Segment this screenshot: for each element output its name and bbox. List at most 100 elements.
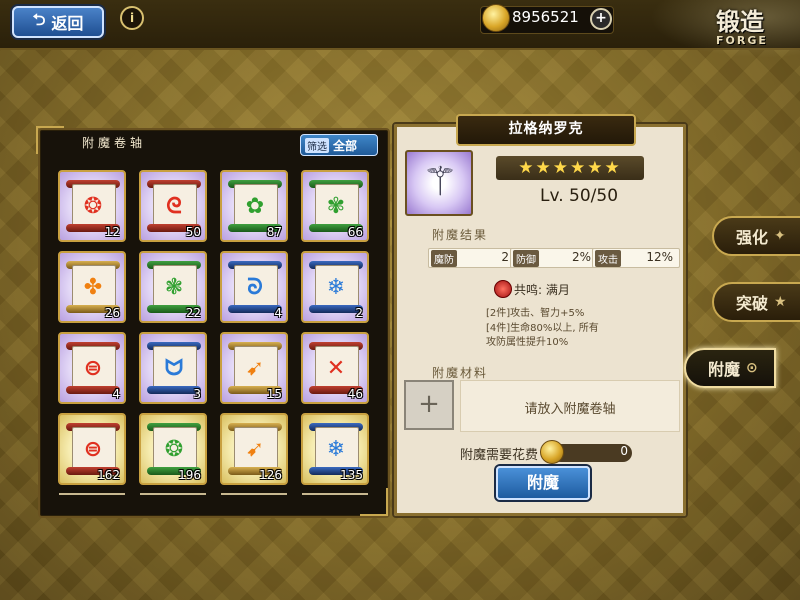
set-effect-line: 攻防属性提升10% xyxy=(486,337,569,348)
stat-value: 12% xyxy=(646,250,673,264)
rune-icon: ✾ xyxy=(326,194,346,219)
scroll-count: 162 xyxy=(97,468,120,482)
scroll-count: 15 xyxy=(266,387,282,401)
result-section-title: 附魔结果 xyxy=(432,228,489,242)
cost-label: 附魔需要花费 xyxy=(460,448,539,463)
rune-icon: ✿ xyxy=(245,194,265,219)
enchant-scroll-item[interactable]: ✕ 46 xyxy=(301,332,369,404)
enchant-scroll-item[interactable]: ✤ 26 xyxy=(58,251,126,323)
scroll-count: 135 xyxy=(340,468,363,482)
resonance-label: 共鸣: 满月 xyxy=(514,283,570,297)
back-label: 返回 xyxy=(51,14,84,33)
scroll-count: 3 xyxy=(193,387,201,401)
material-hint: 请放入附魔卷轴 xyxy=(524,402,616,417)
enchant-scroll-item[interactable]: ❄ 2 xyxy=(301,251,369,323)
enchant-scroll-item[interactable]: ᗢ3 xyxy=(139,332,207,404)
enchant-scroll-item[interactable]: ❂ 196 xyxy=(139,413,207,485)
scroll-divider xyxy=(302,493,368,495)
scroll-count: 22 xyxy=(185,306,201,320)
rune-icon: ᗢ xyxy=(164,356,184,381)
resonance-icon xyxy=(494,280,512,298)
rune-icon: ❄ xyxy=(326,437,346,462)
stat-attack: 攻击 12% xyxy=(592,248,680,268)
enchant-scroll-item[interactable]: ❄ 135 xyxy=(301,413,369,485)
rune-icon: ✕ xyxy=(326,356,346,381)
scroll-count: 26 xyxy=(104,306,120,320)
enchant-scroll-item[interactable]: ✿ 87 xyxy=(220,170,288,242)
enchant-scroll-item[interactable]: ➹ 15 xyxy=(220,332,288,404)
rune-icon: ❃ xyxy=(164,275,184,300)
scroll-count: 4 xyxy=(274,306,282,320)
rune-icon: ⊜ xyxy=(83,437,103,462)
tab-enhance[interactable]: 强化 ✦ xyxy=(712,216,800,256)
star-rating: ★★★★★★ xyxy=(496,156,644,180)
scroll-divider xyxy=(59,493,125,495)
result-section-header: 附魔结果 xyxy=(402,224,678,242)
panel-corner-ornament xyxy=(36,126,64,154)
scroll-count: 46 xyxy=(347,387,363,401)
enchant-scroll-item[interactable]: ⊜ 162 xyxy=(58,413,126,485)
enchant-tab-icon: ⊙ xyxy=(746,360,758,376)
filter-button[interactable]: 筛选 全部 xyxy=(300,134,378,156)
stat-label: 魔防 xyxy=(431,250,457,267)
info-button[interactable]: i xyxy=(120,6,144,30)
ragnarok-weapon-icon[interactable]: ⚚ xyxy=(414,154,466,210)
gold-coin-icon xyxy=(482,4,510,32)
scroll-count: 50 xyxy=(185,225,201,239)
material-section-header: 附魔材料 xyxy=(402,362,678,380)
star-icon: ★ xyxy=(774,294,787,310)
scroll-divider xyxy=(140,493,206,495)
rune-icon: ❄ xyxy=(326,275,346,300)
enhance-icon: ✦ xyxy=(774,228,786,244)
tab-label: 强化 xyxy=(736,228,769,247)
enchant-scroll-item[interactable]: ✾ 66 xyxy=(301,170,369,242)
enchant-scroll-item[interactable]: ᘐ4 xyxy=(220,251,288,323)
gold-coin-icon xyxy=(540,440,564,464)
scroll-count: 66 xyxy=(347,225,363,239)
forge-title: 锻造 xyxy=(716,8,764,36)
enchant-scroll-item[interactable]: ❂ 12 xyxy=(58,170,126,242)
enchant-scroll-item[interactable]: ❃ 22 xyxy=(139,251,207,323)
stat-label: 攻击 xyxy=(595,250,621,267)
stat-value: 2 xyxy=(501,250,509,264)
rune-icon: ➹ xyxy=(245,356,265,381)
stat-label: 防御 xyxy=(513,250,539,267)
rune-icon: ➹ xyxy=(245,437,265,462)
filter-tag: 筛选 xyxy=(305,137,329,153)
scroll-count: 126 xyxy=(259,468,282,482)
back-arrow-icon: ⮌ xyxy=(32,9,46,29)
enchant-button[interactable]: 附魔 xyxy=(496,466,590,500)
weapon-name: 拉格纳罗克 xyxy=(456,114,636,146)
rune-icon: ⊜ xyxy=(83,356,103,381)
forge-subtitle: FORGE xyxy=(716,34,768,47)
set-effect-line: [4件]生命80%以上, 所有 xyxy=(486,323,599,334)
stat-defense: 防御 2% xyxy=(510,248,598,268)
scroll-count: 196 xyxy=(178,468,201,482)
add-gold-button[interactable]: + xyxy=(590,8,612,30)
back-button[interactable]: ⮌ 返回 xyxy=(12,6,104,38)
enchant-scroll-item[interactable]: ➹ 126 xyxy=(220,413,288,485)
rune-icon: ✤ xyxy=(83,275,103,300)
scroll-panel-title: 附魔卷轴 xyxy=(82,136,147,150)
cost-value: 0 xyxy=(620,444,628,458)
tab-label: 附魔 xyxy=(708,360,741,379)
tab-enchant[interactable]: 附魔 ⊙ xyxy=(684,348,776,388)
stat-value: 2% xyxy=(571,250,591,264)
material-slot[interactable]: + xyxy=(404,380,454,430)
scroll-count: 4 xyxy=(112,387,120,401)
stat-magic-defense: 魔防 2 xyxy=(428,248,516,268)
rune-icon: ❂ xyxy=(83,194,103,219)
enchant-scroll-item[interactable]: ⊜ 4 xyxy=(58,332,126,404)
rune-icon: ❂ xyxy=(164,437,184,462)
enchant-scroll-item[interactable]: ᘓ 50 xyxy=(139,170,207,242)
filter-label: 全部 xyxy=(333,138,358,153)
rune-icon: ᘓ xyxy=(166,194,182,219)
scroll-count: 87 xyxy=(266,225,282,239)
tab-label: 突破 xyxy=(736,294,769,313)
set-effect-line: [2件]攻击、智力+5% xyxy=(486,308,585,319)
tab-breakthrough[interactable]: 突破 ★ xyxy=(712,282,800,322)
scroll-divider xyxy=(221,493,287,495)
weapon-level: Lv. 50/50 xyxy=(540,186,619,206)
scroll-count: 2 xyxy=(355,306,363,320)
material-section-title: 附魔材料 xyxy=(432,366,489,380)
